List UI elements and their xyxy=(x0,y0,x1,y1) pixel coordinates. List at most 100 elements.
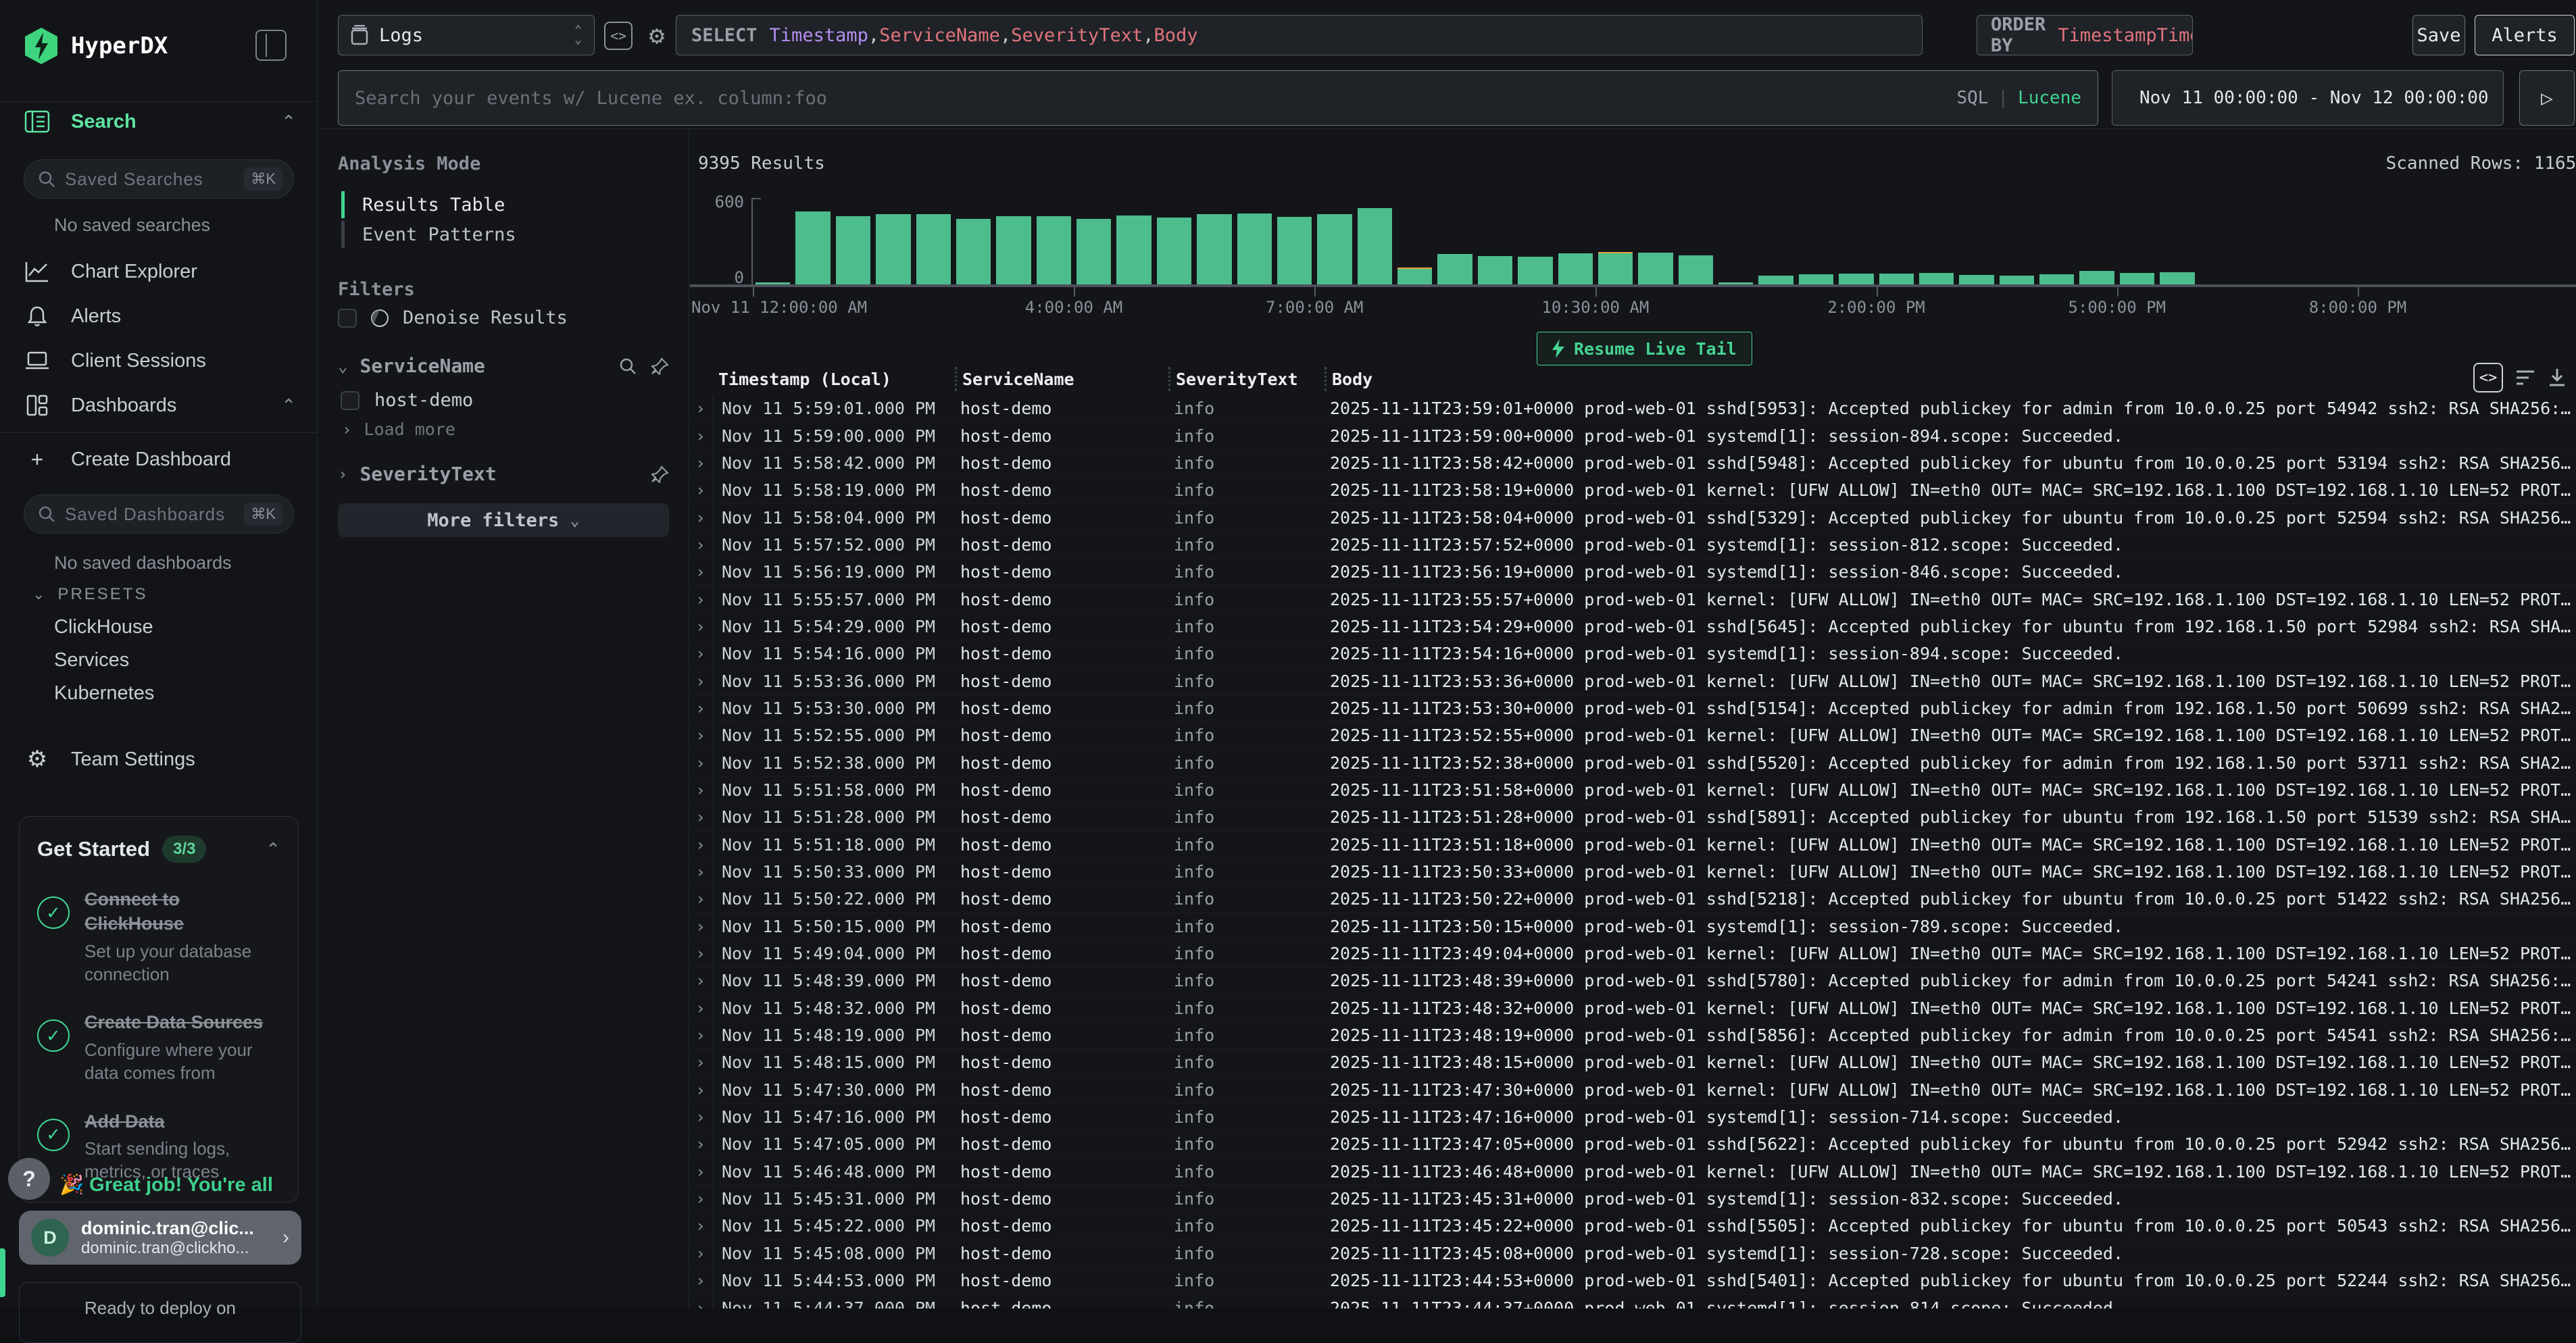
histogram-bar[interactable] xyxy=(1397,269,1432,284)
histogram-bar[interactable] xyxy=(2120,273,2154,284)
table-row[interactable]: › Nov 11 5:47:16.000 PM host-demo info 2… xyxy=(690,1104,2576,1131)
preset-clickhouse[interactable]: ClickHouse xyxy=(54,616,153,638)
histogram-bar[interactable] xyxy=(1558,253,1593,284)
expand-row-icon[interactable]: › xyxy=(690,889,713,909)
expand-row-icon[interactable]: › xyxy=(690,699,713,718)
expand-row-icon[interactable]: › xyxy=(690,1162,713,1182)
histogram-bar-warning[interactable] xyxy=(1598,252,1633,253)
create-dashboard-button[interactable]: + Create Dashboard xyxy=(0,440,318,478)
histogram-bar[interactable] xyxy=(1679,255,1713,284)
get-started-item[interactable]: ✓Create Data SourcesConfigure where your… xyxy=(37,1010,280,1084)
expand-row-icon[interactable]: › xyxy=(690,617,713,636)
table-row[interactable]: › Nov 11 5:47:30.000 PM host-demo info 2… xyxy=(690,1077,2576,1104)
events-histogram[interactable]: 600 0 Nov 11 12:00:00 AM4:00:00 AM7:00:0… xyxy=(690,197,2576,315)
chevron-up-icon[interactable]: ⌃ xyxy=(281,395,296,416)
column-severitytext[interactable]: SeverityText xyxy=(1168,367,1324,391)
table-row[interactable]: › Nov 11 5:51:18.000 PM host-demo info 2… xyxy=(690,832,2576,859)
histogram-bar[interactable] xyxy=(996,216,1031,284)
help-button[interactable]: ? xyxy=(8,1158,50,1200)
table-row[interactable]: › Nov 11 5:59:01.000 PM host-demo info 2… xyxy=(690,395,2576,422)
filter-group-severitytext[interactable]: › SeverityText xyxy=(338,463,669,485)
histogram-bar[interactable] xyxy=(1317,214,1352,284)
column-servicename[interactable]: ServiceName xyxy=(955,367,1168,391)
expand-row-icon[interactable]: › xyxy=(690,1271,713,1290)
order-by-input[interactable]: ORDER BY TimestampTime DESC xyxy=(1977,15,2193,55)
histogram-bar[interactable] xyxy=(1959,275,1993,284)
preset-services[interactable]: Services xyxy=(54,649,129,672)
expand-row-icon[interactable]: › xyxy=(690,426,713,446)
table-row[interactable]: › Nov 11 5:47:05.000 PM host-demo info 2… xyxy=(690,1131,2576,1158)
alerts-button[interactable]: Alerts xyxy=(2475,15,2575,55)
histogram-bar[interactable] xyxy=(1157,218,1191,284)
table-row[interactable]: › Nov 11 5:48:39.000 PM host-demo info 2… xyxy=(690,967,2576,994)
expand-row-icon[interactable]: › xyxy=(690,917,713,936)
histogram-bar[interactable] xyxy=(1076,219,1111,284)
expand-row-icon[interactable]: › xyxy=(690,562,713,582)
brand-logo[interactable]: HyperDX xyxy=(24,27,168,65)
sidebar-item-client-sessions[interactable]: Client Sessions xyxy=(0,342,318,380)
histogram-bar[interactable] xyxy=(836,216,870,284)
table-row[interactable]: › Nov 11 5:49:04.000 PM host-demo info 2… xyxy=(690,940,2576,967)
table-row[interactable]: › Nov 11 5:57:52.000 PM host-demo info 2… xyxy=(690,532,2576,559)
expand-row-icon[interactable]: › xyxy=(690,944,713,963)
expand-row-icon[interactable]: › xyxy=(690,453,713,473)
checkbox[interactable] xyxy=(338,309,357,328)
histogram-bar[interactable] xyxy=(1919,273,1954,284)
user-menu[interactable]: D dominic.tran@clic... dominic.tran@clic… xyxy=(19,1211,301,1265)
expand-row-icon[interactable]: › xyxy=(690,1053,713,1072)
table-row[interactable]: › Nov 11 5:44:37.000 PM host-demo info 2… xyxy=(690,1294,2576,1309)
expand-row-icon[interactable]: › xyxy=(690,1080,713,1100)
histogram-bar[interactable] xyxy=(795,211,830,284)
query-language-toggle[interactable]: SQL|Lucene xyxy=(1956,88,2081,108)
column-options-icon[interactable] xyxy=(2515,369,2535,386)
histogram-bar[interactable] xyxy=(1116,216,1151,284)
table-row[interactable]: › Nov 11 5:48:15.000 PM host-demo info 2… xyxy=(690,1049,2576,1076)
histogram-bar[interactable] xyxy=(916,214,951,284)
expand-row-icon[interactable]: › xyxy=(690,862,713,882)
sidebar-item-team-settings[interactable]: ⚙ Team Settings xyxy=(0,740,318,778)
save-button[interactable]: Save xyxy=(2412,15,2465,55)
chevron-up-icon[interactable]: ⌃ xyxy=(266,839,280,860)
histogram-bar[interactable] xyxy=(2039,274,2074,284)
expand-row-icon[interactable]: › xyxy=(690,1216,713,1236)
table-row[interactable]: › Nov 11 5:50:33.000 PM host-demo info 2… xyxy=(690,859,2576,886)
table-row[interactable]: › Nov 11 5:54:29.000 PM host-demo info 2… xyxy=(690,613,2576,640)
histogram-bar[interactable] xyxy=(956,219,991,285)
get-started-item[interactable]: ✓Connect to ClickHouseSet up your databa… xyxy=(37,887,280,986)
table-row[interactable]: › Nov 11 5:45:22.000 PM host-demo info 2… xyxy=(690,1213,2576,1240)
more-filters-button[interactable]: More filters ⌄ xyxy=(338,503,669,537)
mode-event-patterns[interactable]: Event Patterns xyxy=(341,220,666,249)
histogram-bar[interactable] xyxy=(1237,213,1272,284)
pin-icon[interactable] xyxy=(651,465,669,483)
filter-group-servicename[interactable]: ⌄ ServiceName xyxy=(338,355,669,377)
expand-row-icon[interactable]: › xyxy=(690,480,713,500)
search-icon[interactable] xyxy=(619,357,637,375)
table-row[interactable]: › Nov 11 5:55:57.000 PM host-demo info 2… xyxy=(690,586,2576,613)
expand-row-icon[interactable]: › xyxy=(690,399,713,418)
sidebar-collapse-icon[interactable] xyxy=(255,30,287,61)
event-search-input[interactable]: Search your events w/ Lucene ex. column:… xyxy=(338,70,2098,126)
histogram-bar[interactable] xyxy=(1197,214,1231,284)
histogram-bar[interactable] xyxy=(1518,257,1552,284)
table-row[interactable]: › Nov 11 5:44:53.000 PM host-demo info 2… xyxy=(690,1267,2576,1294)
table-row[interactable]: › Nov 11 5:52:38.000 PM host-demo info 2… xyxy=(690,749,2576,776)
expand-row-icon[interactable]: › xyxy=(690,672,713,691)
code-toggle-icon[interactable]: <> xyxy=(604,22,633,50)
expand-row-icon[interactable]: › xyxy=(690,1107,713,1127)
saved-searches-input[interactable]: Saved Searches ⌘K xyxy=(24,159,294,199)
source-select[interactable]: Logs ⌃⌄ xyxy=(338,15,595,55)
histogram-bar[interactable] xyxy=(1358,208,1392,284)
table-row[interactable]: › Nov 11 5:56:19.000 PM host-demo info 2… xyxy=(690,559,2576,586)
raw-mode-icon[interactable]: <> xyxy=(2473,363,2503,392)
sql-option[interactable]: SQL xyxy=(1956,88,1988,108)
expand-row-icon[interactable]: › xyxy=(690,590,713,609)
expand-row-icon[interactable]: › xyxy=(690,1189,713,1209)
expand-row-icon[interactable]: › xyxy=(690,807,713,827)
expand-row-icon[interactable]: › xyxy=(690,971,713,990)
histogram-bar[interactable] xyxy=(1638,253,1673,284)
filter-value-host-demo[interactable]: host-demo xyxy=(341,390,473,411)
deploy-banner[interactable]: Ready to deploy on xyxy=(19,1282,301,1343)
table-row[interactable]: › Nov 11 5:58:19.000 PM host-demo info 2… xyxy=(690,477,2576,504)
checkbox[interactable] xyxy=(341,391,360,410)
date-range-picker[interactable]: Nov 11 00:00:00 - Nov 12 00:00:00 xyxy=(2112,70,2504,126)
